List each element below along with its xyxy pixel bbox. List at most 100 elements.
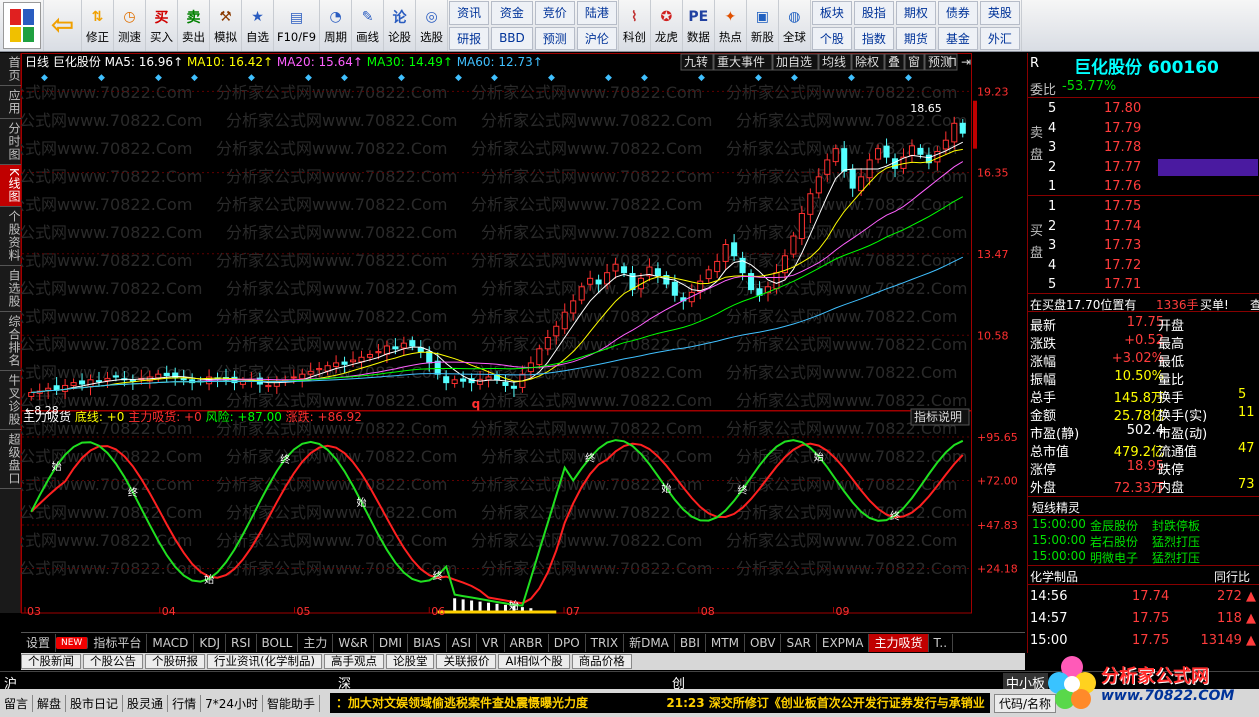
event-diamond-icon[interactable]: ◆ [905, 73, 912, 83]
indicator-tab-16[interactable]: 新DMA [624, 633, 675, 652]
toolbar2-2-button[interactable]: PE 数据 [683, 0, 715, 51]
quick1-1-1-button[interactable]: BBD [491, 26, 533, 50]
indicator-tab-11[interactable]: ASI [447, 633, 478, 652]
news-tab-4[interactable]: 高手观点 [323, 654, 384, 669]
status-item-1[interactable]: 解盘 [33, 694, 67, 712]
news-tab-2[interactable]: 个股研报 [145, 654, 205, 669]
indicator-tab-13[interactable]: ARBR [505, 633, 549, 652]
status-item-6[interactable]: 智能助手 [263, 694, 320, 712]
event-diamond-icon[interactable]: ◆ [791, 73, 798, 83]
toolbar-11-button[interactable]: 论论股 [384, 0, 417, 51]
toolbar-6-button[interactable]: ⚒ 模拟 [210, 0, 242, 51]
quick2-0-3-button[interactable]: 债券 [937, 1, 978, 25]
event-diamond-icon[interactable]: ◆ [191, 73, 198, 83]
peer-compare-button[interactable]: 同行比 [1214, 568, 1250, 585]
kline-chart[interactable]: 分析家公式网www.70822.Com 分析家公式网www.70822.Com 分析… [21, 53, 1025, 615]
quick2-0-0-button[interactable]: 板块 [811, 1, 852, 25]
event-diamond-icon[interactable]: ◆ [455, 73, 462, 83]
toolbar-12-button[interactable]: ◎ 选股 [416, 0, 449, 51]
big-order-query-button[interactable]: 查 [1250, 296, 1259, 313]
status-item-3[interactable]: 股灵通 [123, 694, 169, 712]
indicator-tab-7[interactable]: 主力 [298, 633, 334, 652]
news-tab-8[interactable]: 商品价格 [571, 654, 632, 669]
indicator-tab-0[interactable]: 设置 [21, 633, 57, 652]
toolbar-7-button[interactable]: ★ 自选 [242, 0, 274, 51]
indicator-tab-19[interactable]: OBV [745, 633, 782, 652]
quick2-1-3-button[interactable]: 基金 [937, 26, 978, 50]
quick1-0-2-button[interactable]: 竞价 [534, 1, 575, 25]
left-tab-1[interactable]: 应用 [0, 86, 21, 119]
event-diamond-icon[interactable]: ◆ [248, 73, 255, 83]
indicator-tab-4[interactable]: KDJ [194, 633, 226, 652]
toolbar2-0-button[interactable]: ⌇ 科创 [619, 0, 651, 51]
event-diamond-icon[interactable]: ◆ [848, 73, 855, 83]
event-diamond-icon[interactable]: ◆ [548, 73, 555, 83]
indicator-tab-14[interactable]: DPO [549, 633, 586, 652]
toolbar2-4-button[interactable]: ▣ 新股 [747, 0, 779, 51]
indicator-tab-21[interactable]: EXPMA [817, 633, 870, 652]
toolbar-3-button[interactable]: ◷ 测速 [114, 0, 146, 51]
quick1-1-2-button[interactable]: 预测 [534, 26, 575, 50]
news-ticker[interactable]: ：加大对文娱领域偷逃税案件查处震慑曝光力度 21:23 深交所修订《创业板首次公… [330, 693, 990, 713]
quick1-0-0-button[interactable]: 资讯 [449, 1, 490, 25]
indicator-tab-10[interactable]: BIAS [408, 633, 447, 652]
indicator-tab-6[interactable]: BOLL [257, 633, 299, 652]
quick1-0-1-button[interactable]: 资金 [491, 1, 533, 25]
indicator-tab-2[interactable]: 指标平台 [88, 633, 148, 652]
toolbar-2-button[interactable]: ⇅ 修正 [82, 0, 114, 51]
indicator-tab-9[interactable]: DMI [374, 633, 409, 652]
indicator-tab-3[interactable]: MACD [147, 633, 195, 652]
indicator-tab-18[interactable]: MTM [706, 633, 745, 652]
toolbar-4-button[interactable]: 买买入 [146, 0, 178, 51]
toolbar-8-button[interactable]: ▤ F10/F9 [274, 0, 321, 51]
news-tab-1[interactable]: 个股公告 [83, 654, 143, 669]
toolbar-10-button[interactable]: ✎ 画线 [352, 0, 385, 51]
event-diamond-icon[interactable]: ◆ [155, 73, 162, 83]
news-tab-7[interactable]: AI相似个股 [498, 654, 570, 669]
event-diamond-icon[interactable]: ◆ [398, 73, 405, 83]
left-tab-5[interactable]: 自选股 [0, 266, 21, 312]
quick2-1-4-button[interactable]: 外汇 [979, 26, 1020, 50]
status-item-2[interactable]: 股市日记 [66, 694, 124, 712]
quick1-1-0-button[interactable]: 研报 [449, 26, 490, 50]
quick2-0-2-button[interactable]: 期权 [895, 1, 936, 25]
event-diamond-icon[interactable]: ◆ [98, 73, 105, 83]
status-item-4[interactable]: 行情 [168, 694, 202, 712]
quick2-1-0-button[interactable]: 个股 [811, 26, 852, 50]
news-tab-3[interactable]: 行业资讯(化学制品) [207, 654, 322, 669]
event-marker[interactable]: q [472, 397, 481, 411]
news-tab-6[interactable]: 关联报价 [436, 654, 497, 669]
indicator-tab-17[interactable]: BBI [675, 633, 706, 652]
indicator-tab-20[interactable]: SAR [781, 633, 817, 652]
indicator-tab-23[interactable]: T.. [929, 633, 954, 652]
left-tab-2[interactable]: 分时图 [0, 119, 21, 165]
event-diamond-icon[interactable]: ◆ [491, 73, 498, 83]
quick1-1-3-button[interactable]: 沪伦 [576, 26, 617, 50]
event-diamond-icon[interactable]: ◆ [641, 73, 648, 83]
indicator-tab-8[interactable]: W&R [333, 633, 374, 652]
lock-icon[interactable]: ⊓ [947, 55, 957, 70]
quick2-1-1-button[interactable]: 指数 [853, 26, 894, 50]
toolbar-9-button[interactable]: ◔ 周期 [320, 0, 353, 51]
event-diamond-icon[interactable]: ◆ [41, 73, 48, 83]
left-tab-4[interactable]: 个股资料 [0, 207, 21, 266]
event-diamond-icon[interactable]: ◆ [698, 73, 705, 83]
elf-stock[interactable]: 明微电子 [1090, 549, 1138, 566]
status-item-0[interactable]: 留言 [0, 694, 34, 712]
toolbar2-3-button[interactable]: ✦ 热点 [715, 0, 747, 51]
ticker-news-2[interactable]: 深交所修订《创业板首次公开发行证券发行与承销业 [709, 696, 985, 710]
event-diamond-icon[interactable]: ◆ [755, 73, 762, 83]
indicator-tab-15[interactable]: TRIX [586, 633, 625, 652]
indicator-tab-22[interactable]: 主力吸货 [869, 633, 929, 652]
indicator-tab-12[interactable]: VR [477, 633, 505, 652]
indicator-tab-1[interactable]: NEW [56, 636, 89, 649]
toolbar2-5-button[interactable]: ◍ 全球 [779, 0, 811, 51]
left-tab-3[interactable]: K线图 [0, 165, 21, 207]
quick2-0-1-button[interactable]: 股指 [853, 1, 894, 25]
left-tab-6[interactable]: 综合排名 [0, 312, 21, 371]
quick2-1-2-button[interactable]: 期货 [895, 26, 936, 50]
collapse-icon[interactable]: ⇥ [961, 55, 971, 69]
status-item-5[interactable]: 7*24小时 [201, 694, 263, 712]
left-tab-0[interactable]: 首页 [0, 53, 21, 86]
news-tab-5[interactable]: 论股堂 [385, 654, 435, 669]
